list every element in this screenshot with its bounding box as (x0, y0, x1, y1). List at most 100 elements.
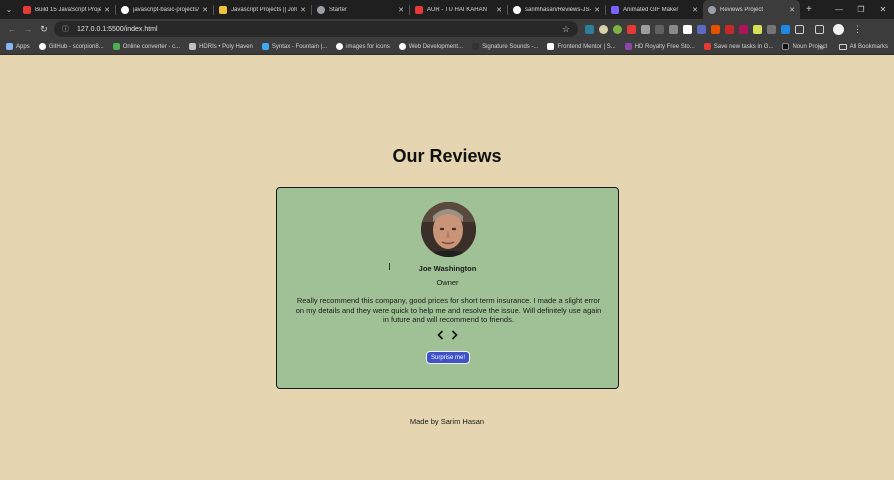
tab-favicon (513, 5, 521, 14)
extension-icon[interactable] (781, 24, 790, 34)
bookmark-item[interactable]: HD Royalty Free Sto... (624, 43, 695, 50)
tab-favicon (121, 5, 129, 14)
reviewer-name: Joe Washington (418, 264, 477, 273)
menu-kebab-icon[interactable]: ⋮ (853, 24, 862, 35)
browser-tab-active[interactable]: Reviews Project ✕ (703, 0, 800, 19)
tab-favicon (611, 5, 619, 14)
bookmark-favicon (398, 43, 406, 50)
extensions-row: ⋮ (585, 22, 862, 36)
extension-icon[interactable] (767, 24, 776, 34)
browser-tab[interactable]: AUR - TU HAI KAHAN ✕ (410, 0, 507, 19)
tab-favicon (415, 5, 423, 14)
bookmark-item[interactable]: images for icons (336, 43, 390, 50)
window-controls: — ❐ ✕ (828, 0, 894, 19)
surprise-me-button[interactable]: Surprise me! (426, 351, 470, 364)
browser-tab[interactable]: Javascript Projects || John ✕ (214, 0, 311, 19)
bookmark-favicon (703, 43, 711, 50)
bookmark-item[interactable]: HDRIs • Poly Haven (189, 43, 253, 50)
extension-icon[interactable] (669, 24, 678, 34)
apps-grid-icon (6, 43, 13, 50)
extension-icon[interactable] (711, 24, 720, 34)
tab-favicon (317, 5, 325, 14)
review-card: Joe Washington Owner Really recommend th… (276, 187, 619, 389)
tab-favicon (219, 5, 227, 14)
bookmark-item[interactable]: Frontend Mentor | S... (547, 43, 616, 50)
extension-icon[interactable] (683, 24, 692, 34)
reviewer-avatar (421, 202, 476, 257)
tab-close-icon[interactable]: ✕ (398, 6, 404, 14)
tab-close-icon[interactable]: ✕ (692, 6, 698, 14)
all-bookmarks-button[interactable]: All Bookmarks (838, 39, 888, 55)
new-tab-icon[interactable]: + (806, 4, 812, 15)
tab-close-icon[interactable]: ✕ (496, 6, 502, 14)
address-url[interactable]: 127.0.0.1:5500/index.html (77, 26, 562, 33)
reviewer-job: Owner (436, 278, 459, 287)
extension-icon[interactable] (725, 24, 734, 34)
restore-icon[interactable]: ❐ (850, 5, 872, 14)
browser-tab-strip: ⌄ Build 15 JavaScript Projects✕ javascri… (0, 0, 894, 19)
extension-icon[interactable] (641, 24, 650, 34)
bookmark-favicon (112, 43, 120, 50)
back-icon[interactable]: ← (4, 24, 20, 34)
bookmark-favicon (624, 43, 632, 50)
page-footer: Made by Sarim Hasan (409, 417, 485, 426)
page-viewport: Our Reviews Joe Washington Owner Really … (0, 56, 894, 480)
bookmark-item[interactable]: Web Development... (398, 43, 463, 50)
extension-icon[interactable] (753, 24, 762, 34)
site-info-icon[interactable]: ⓘ (62, 24, 69, 34)
review-text: Really recommend this company, good pric… (295, 296, 602, 324)
side-panel-icon[interactable] (815, 24, 824, 34)
tab-search-icon[interactable]: ⌄ (0, 0, 18, 19)
tab-close-icon[interactable]: ✕ (202, 6, 208, 14)
browser-toolbar: ← → ↻ ⓘ 127.0.0.1:5500/index.html ☆ ⋮ (0, 19, 894, 39)
puzzle-extensions-icon[interactable] (795, 24, 804, 34)
bookmark-item[interactable]: Syntax - Fountain |... (261, 43, 327, 50)
bookmark-favicon (336, 43, 344, 50)
prev-review-button[interactable] (436, 329, 445, 340)
tab-close-icon[interactable]: ✕ (300, 6, 306, 14)
browser-tab[interactable]: Animated GIF Maker ✕ (606, 0, 703, 19)
close-window-icon[interactable]: ✕ (872, 5, 894, 14)
bookmark-item[interactable]: Signature Sounds -... (472, 43, 538, 50)
browser-tab[interactable]: javascript-basic-projects/... ✕ (116, 0, 213, 19)
browser-tab[interactable]: Build 15 JavaScript Projects✕ (18, 0, 115, 19)
bookmark-favicon (782, 43, 790, 50)
bookmark-item[interactable]: Apps (6, 43, 30, 50)
tab-favicon (23, 5, 31, 14)
text-cursor (389, 263, 392, 270)
tab-close-icon[interactable]: ✕ (789, 6, 795, 14)
tab-favicon (708, 5, 716, 14)
extension-icon[interactable] (655, 24, 664, 34)
address-bar[interactable]: ⓘ 127.0.0.1:5500/index.html ☆ (54, 21, 578, 37)
tab-close-icon[interactable]: ✕ (104, 6, 110, 14)
extension-icon[interactable] (739, 24, 748, 34)
browser-tab[interactable]: Starter ✕ (312, 0, 409, 19)
tab-close-icon[interactable]: ✕ (594, 6, 600, 14)
extension-icon[interactable] (697, 24, 706, 34)
browser-tab[interactable]: sarimhasan/Reviews-JS-P...✕ (508, 0, 605, 19)
extension-icon[interactable] (585, 24, 594, 34)
bookmark-favicon (261, 43, 269, 50)
minimize-icon[interactable]: — (828, 5, 850, 14)
chevron-left-icon (437, 329, 444, 340)
bookmark-favicon (38, 43, 46, 50)
bookmark-favicon (547, 43, 555, 50)
bookmark-favicon (189, 43, 197, 50)
bookmark-item[interactable]: Online converter - c... (112, 43, 180, 50)
profile-avatar[interactable] (833, 23, 844, 35)
extension-icon[interactable] (627, 24, 636, 34)
extension-icon[interactable] (599, 24, 608, 34)
page-title: Our Reviews (392, 146, 502, 166)
chevron-right-icon (451, 329, 458, 340)
reload-icon[interactable]: ↻ (36, 24, 52, 35)
review-nav (277, 329, 618, 340)
bookmarks-bar: Apps GitHub - scorpion8... Online conver… (0, 39, 894, 55)
bookmark-favicon (472, 43, 480, 50)
bookmarks-overflow-icon[interactable]: » (820, 39, 824, 55)
extension-icon[interactable] (613, 24, 622, 34)
bookmark-item[interactable]: GitHub - scorpion8... (38, 43, 104, 50)
forward-icon[interactable]: → (20, 24, 36, 34)
bookmark-star-icon[interactable]: ☆ (562, 24, 570, 35)
next-review-button[interactable] (450, 329, 459, 340)
bookmark-item[interactable]: Save new tasks in G... (703, 43, 773, 50)
